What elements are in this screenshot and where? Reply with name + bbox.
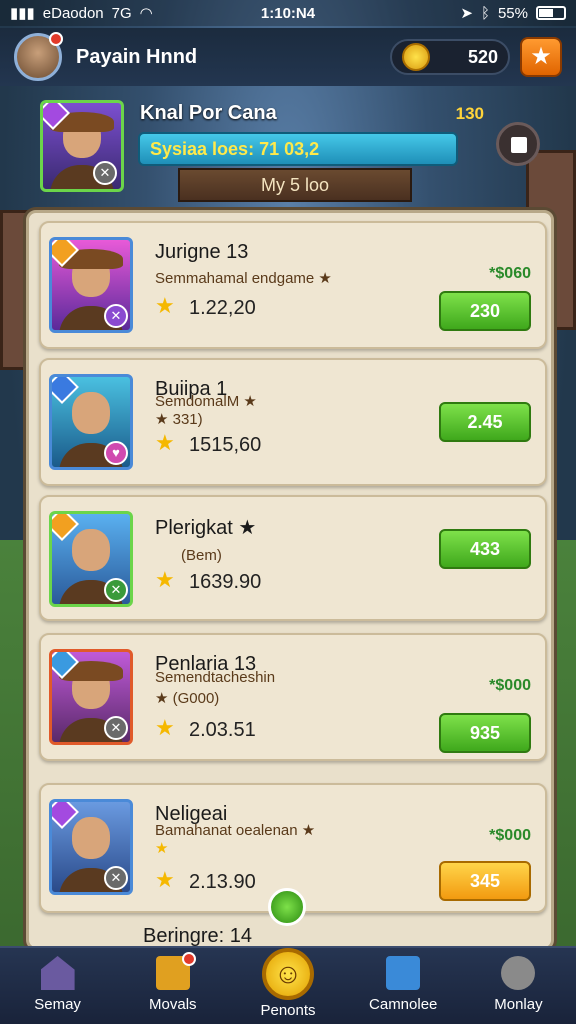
hero-ribbon: My 5 loo: [178, 168, 412, 202]
card-portrait: ✕: [49, 237, 133, 333]
card-reward: *$000: [489, 677, 531, 694]
card-portrait: ✕: [49, 799, 133, 895]
hero-stats-bar: Sysiaa loes: 71 03,2: [138, 132, 458, 166]
favorites-button[interactable]: ★: [520, 37, 562, 77]
class-badge-icon: ✕: [104, 578, 128, 602]
status-bar: ▮▮▮ eDaodon 7G ◠ 1:10:N4 ➤ ᛒ 55%: [0, 0, 576, 26]
hero-profile: ✕ Knal Por Cana 130 Sysiaa loes: 71 03,2…: [34, 98, 554, 208]
gear-icon: [501, 956, 536, 990]
class-badge-icon: ✕: [104, 866, 128, 890]
player-name: Payain Hnnd: [76, 45, 198, 68]
class-badge-icon: ✕: [104, 716, 128, 740]
battery-icon: [536, 6, 566, 20]
coin-icon: [402, 43, 430, 71]
nav-label: Movals: [149, 996, 197, 1013]
buy-button[interactable]: 935: [439, 713, 531, 753]
card-stat: 1515,60: [189, 434, 262, 456]
class-badge-icon: ✕: [93, 161, 117, 185]
info-button[interactable]: [496, 122, 540, 166]
notification-dot: [182, 952, 197, 966]
card-portrait: ✕: [49, 511, 133, 607]
buy-button[interactable]: 230: [439, 291, 531, 331]
card-subtitle: Semmahamal endgame ★: [155, 270, 332, 287]
top-bar: Payain Hnnd 520 ★: [0, 28, 576, 86]
star-icon: ★: [155, 293, 175, 318]
coin-counter[interactable]: 520: [390, 39, 510, 75]
list-item[interactable]: ✕ Penlaria 13 Semendtacheshin ★ (G000) ★…: [39, 633, 547, 761]
card-stat: 1.22,20: [189, 297, 256, 319]
card-reward: *$000: [489, 827, 531, 844]
card-stat: 1639.90: [189, 571, 262, 593]
hero-value: 130: [455, 104, 484, 123]
card-stat: 2.13.90: [189, 871, 256, 893]
gift-icon: [386, 956, 421, 990]
list-item[interactable]: ✕ Plerigkat ★ (Bem) ★ 1639.90 433: [39, 495, 547, 621]
card-extra: ★: [155, 840, 169, 857]
card-extra: ★ (G000): [155, 690, 220, 707]
star-icon: ★: [155, 430, 175, 455]
list-item[interactable]: ✕ Jurigne 13 Semmahamal endgame ★ ★ 1.22…: [39, 221, 547, 349]
house-icon: [40, 956, 75, 990]
card-extra: ★ 331): [155, 411, 203, 428]
card-reward: *$060: [489, 265, 531, 282]
card-subtitle: SemdomalM ★: [155, 393, 257, 410]
nav-item-camnolee[interactable]: Camnolee: [346, 948, 461, 1024]
hero-portrait[interactable]: ✕: [40, 100, 124, 192]
list-item[interactable]: ♥ Buiipa 1 SemdomalM ★ ★ 331) ★ 1515,60 …: [39, 358, 547, 486]
buy-button[interactable]: 433: [439, 529, 531, 569]
class-badge-icon: ♥: [104, 441, 128, 465]
star-icon: ★: [155, 715, 175, 740]
player-avatar[interactable]: [14, 32, 63, 81]
portrait-face: [72, 392, 110, 434]
leaf-gem-icon[interactable]: [268, 888, 306, 926]
coin-amount: 520: [467, 46, 498, 67]
card-portrait: ✕: [49, 649, 133, 745]
buy-button[interactable]: 345: [439, 861, 531, 901]
nav-item-semay[interactable]: Semay: [0, 948, 115, 1024]
clock: 1:10:N4: [260, 4, 316, 22]
card-extra: (Bem): [181, 547, 222, 564]
class-badge-icon: ✕: [104, 304, 128, 328]
nav-item-penonts[interactable]: ☺ Penonts: [230, 948, 345, 1024]
nav-label: Semay: [34, 996, 81, 1013]
buy-button[interactable]: 2.45: [439, 402, 531, 442]
card-name: Jurigne 13: [155, 241, 249, 263]
nav-label: Monlay: [494, 996, 543, 1013]
card-stat: 2.03.51: [189, 719, 256, 741]
card-portrait: ♥: [49, 374, 133, 470]
portrait-face: [72, 817, 110, 859]
card-subtitle: Bamahanat oealenan ★: [155, 822, 316, 839]
next-card-title: Beringre: 14: [143, 925, 252, 947]
card-subtitle: Semendtacheshin: [155, 669, 276, 686]
smiley-icon: ☺: [262, 948, 314, 1000]
nav-item-movals[interactable]: Movals: [115, 948, 230, 1024]
nav-label: Penonts: [260, 1002, 316, 1019]
star-icon: ★: [155, 567, 175, 592]
nav-item-monlay[interactable]: Monlay: [461, 948, 576, 1024]
nav-label: Camnolee: [369, 996, 438, 1013]
hero-title: Knal Por Cana: [140, 102, 277, 124]
shop-panel: ⌂ ✕ Jurigne 13 Semmahamal endgame ★ ★ 1.…: [26, 210, 554, 950]
card-name: Plerigkat ★: [155, 517, 257, 539]
portrait-face: [72, 529, 110, 571]
notification-dot: [49, 32, 63, 46]
star-icon: ★: [155, 867, 175, 892]
bottom-nav: Semay Movals ☺ Penonts Camnolee Monlay: [0, 946, 576, 1024]
